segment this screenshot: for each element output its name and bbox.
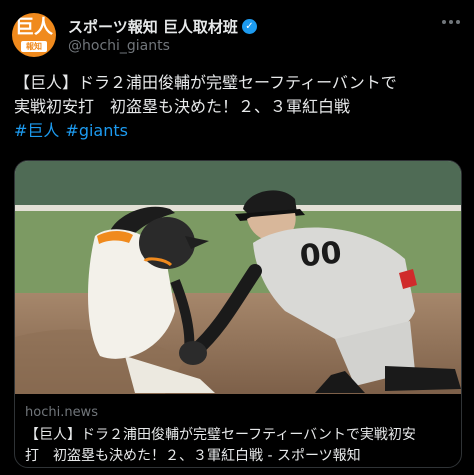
name-row: スポーツ報知 巨人取材班 ✓ (68, 16, 257, 37)
avatar-logo-text: 巨人 (14, 16, 53, 38)
verified-badge-icon: ✓ (241, 19, 257, 34)
link-preview-card[interactable]: 00 hochi.news 【巨人】ドラ２浦田俊輔が完璧セーフティーバントで実戦… (14, 160, 462, 468)
post-text-line-2: 実戦初安打 初盗塁も決めた！２、３軍紅白戦 (14, 97, 351, 116)
article-photo[interactable]: 00 (15, 161, 461, 394)
hashtag-row: #巨人 #giants (14, 119, 464, 143)
card-domain: hochi.news (25, 405, 98, 420)
post-text: 【巨人】ドラ２浦田俊輔が完璧セーフティーバントで 実戦初安打 初盗塁も決めた！２… (14, 71, 464, 143)
card-title-line-2: 打 初盗塁も決めた！２、３軍紅白戦 - スポーツ報知 (25, 448, 361, 464)
post-text-line-1: 【巨人】ドラ２浦田俊輔が完璧セーフティーバントで (14, 73, 397, 92)
avatar-logo-subtext: 報知 (21, 41, 47, 52)
hashtag-link[interactable]: #巨人 (14, 121, 59, 140)
more-options-icon[interactable] (442, 20, 460, 24)
hashtag-link[interactable]: #giants (65, 121, 128, 140)
account-handle[interactable]: @hochi_giants (68, 38, 170, 54)
card-title-line-1: 【巨人】ドラ２浦田俊輔が完璧セーフティーバントで実戦初安 (25, 427, 416, 443)
fielder-jersey-number: 00 (298, 235, 343, 274)
display-name[interactable]: スポーツ報知 巨人取材班 (68, 16, 238, 37)
card-title: 【巨人】ドラ２浦田俊輔が完璧セーフティーバントで実戦初安 打 初盗塁も決めた！２… (25, 425, 453, 467)
account-avatar[interactable]: 巨人 報知 (12, 13, 56, 57)
